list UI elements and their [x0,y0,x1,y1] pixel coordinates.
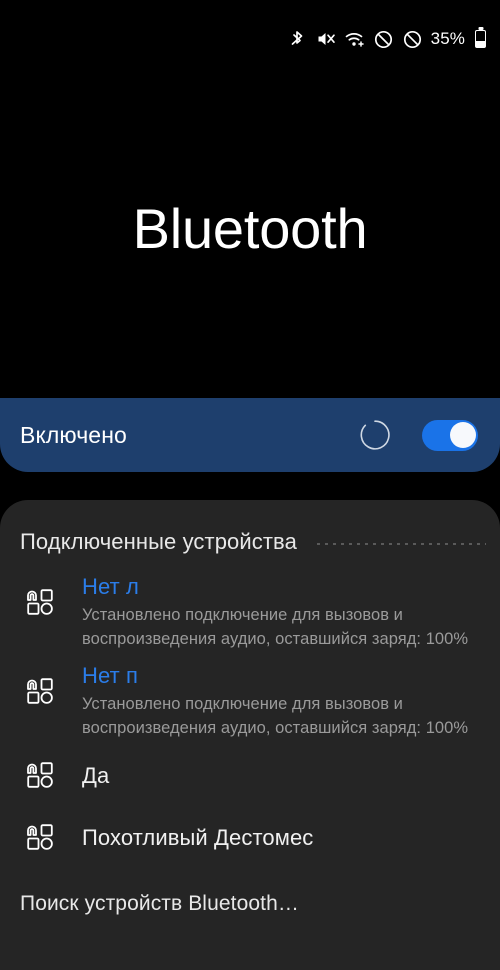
bluetooth-toggle-switch[interactable] [422,419,478,451]
connected-devices-header: Подключенные устройства [0,518,500,566]
bluetooth-device-icon [20,817,60,857]
bluetooth-state-label: Включено [20,421,127,448]
device-text-block: Нет л Установлено подключение для вызово… [82,570,482,651]
scanning-status-text: Поиск устройств Bluetooth… [20,892,299,915]
device-text-block: Нет п Установлено подключение для вызово… [82,659,482,740]
list-item[interactable]: Нет л Установлено подключение для вызово… [0,566,500,655]
bluetooth-settings-screen: 35% Bluetooth Включено Подключенные устр… [0,0,500,970]
section-divider-dots [316,543,486,545]
battery-icon [475,30,486,48]
scanning-spinner-icon [358,418,392,452]
device-status-detail: Установлено подключение для вызовов и во… [82,695,469,737]
bluetooth-device-icon [20,671,60,711]
connected-devices-card: Подключенные устройства Нет л Установлен… [0,500,500,970]
device-text-block: Да [82,759,482,791]
device-name: Нет п [82,663,138,688]
device-name: Похотливый Дестомес [82,825,314,850]
bluetooth-device-icon [20,755,60,795]
toggle-knob [449,422,476,448]
list-item[interactable]: Похотливый Дестомес [0,806,500,868]
section-title: Подключенные устройства [20,529,297,554]
list-item[interactable]: Да [0,744,500,806]
page-title: Bluetooth [132,197,368,260]
battery-percentage: 35% [430,29,465,48]
device-name: Да [82,763,110,788]
device-text-block: Похотливый Дестомес [82,821,482,853]
bluetooth-device-icon [20,582,60,622]
status-bar: 35% [0,0,500,78]
volume-mute-icon [316,29,336,49]
bluetooth-icon [287,29,307,49]
wifi-icon [345,29,365,49]
bluetooth-toggle-bar[interactable]: Включено [0,398,500,472]
list-item[interactable]: Нет п Установлено подключение для вызово… [0,655,500,744]
block-icon [403,29,423,49]
device-status-detail: Установлено подключение для вызовов и во… [82,606,469,648]
device-name: Нет л [82,574,139,599]
do-not-disturb-icon [374,29,394,49]
